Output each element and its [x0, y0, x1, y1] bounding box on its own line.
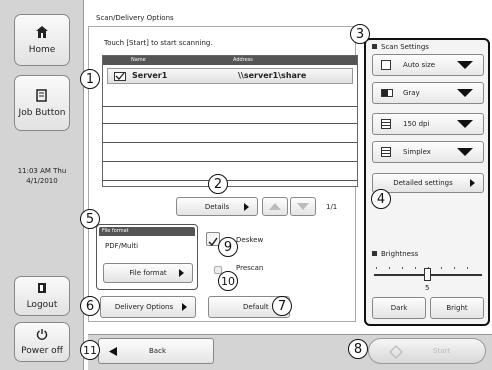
chevron-down-icon	[457, 120, 473, 128]
brightness-title-text: Brightness	[381, 250, 419, 258]
sides-dropdown[interactable]: Simplex	[372, 141, 484, 163]
destination-list: Name Address Server1 \\server1\share	[102, 55, 358, 187]
callout-7: 7	[272, 296, 292, 316]
back-button[interactable]: Back	[98, 338, 214, 364]
clock-date: 4/1/2010	[26, 177, 58, 185]
resolution-icon	[381, 119, 391, 129]
logout-icon	[38, 283, 46, 293]
square-bullet-icon	[372, 251, 377, 256]
list-row[interactable]	[103, 106, 357, 107]
home-label: Home	[28, 45, 56, 55]
power-off-button[interactable]: Power off	[14, 322, 70, 362]
color-mode-icon	[381, 89, 393, 97]
callout-8: 8	[348, 339, 368, 359]
callout-11: 11	[80, 340, 100, 360]
callout-6: 6	[80, 296, 100, 316]
job-label: Job Button	[18, 108, 66, 118]
list-row[interactable]	[103, 180, 357, 181]
start-button[interactable]: Start	[368, 338, 486, 364]
dark-label: Dark	[390, 304, 408, 312]
destination-address: \\server1\share	[238, 71, 307, 80]
brightness-slider[interactable]	[372, 262, 484, 282]
up-arrow-icon	[269, 203, 281, 210]
chevron-down-icon	[457, 89, 473, 97]
callout-5: 5	[80, 209, 100, 229]
destination-name: Server1	[132, 71, 168, 80]
details-label: Details	[204, 202, 230, 211]
chevron-right-icon	[244, 202, 249, 211]
color-value: Gray	[403, 89, 420, 97]
delivery-options-button[interactable]: Delivery Options	[100, 296, 196, 318]
details-button[interactable]: Details	[176, 197, 258, 216]
chevron-down-icon	[457, 61, 473, 69]
file-format-header: File format	[99, 227, 195, 236]
list-row[interactable]	[103, 142, 357, 143]
back-label: Back	[149, 347, 166, 355]
brightness-value: 5	[425, 284, 430, 292]
home-icon	[36, 26, 48, 38]
scan-settings-title-text: Scan Settings	[381, 43, 429, 51]
clock: 11:03 AM Thu 4/1/2010	[0, 166, 84, 186]
destination-row[interactable]: Server1 \\server1\share	[107, 68, 353, 84]
job-icon	[36, 89, 47, 102]
chevron-down-icon	[457, 148, 473, 156]
square-bullet-icon	[372, 44, 377, 49]
power-off-label: Power off	[21, 346, 63, 356]
callout-4: 4	[371, 189, 391, 209]
page-title: Scan/Delivery Options	[96, 14, 174, 22]
callout-1: 1	[80, 69, 100, 89]
logout-label: Logout	[26, 300, 58, 310]
logout-button[interactable]: Logout	[14, 276, 70, 316]
file-format-button[interactable]: File format	[103, 263, 193, 283]
col-name: Name	[131, 57, 146, 63]
bright-button[interactable]: Bright	[430, 297, 484, 319]
list-header: Name Address	[103, 56, 357, 65]
sides-value: Simplex	[403, 148, 431, 156]
checked-icon	[114, 72, 126, 81]
page-size-icon	[381, 60, 391, 70]
callout-10: 10	[218, 271, 238, 291]
col-address: Address	[233, 57, 253, 63]
home-button[interactable]: Home	[14, 14, 70, 66]
resolution-dropdown[interactable]: 150 dpi	[372, 113, 484, 135]
callout-9: 9	[218, 237, 238, 257]
start-icon	[389, 345, 403, 359]
page-indicator: 1/1	[326, 203, 338, 211]
file-format-panel: File format PDF/Multi File format	[96, 224, 198, 290]
page-down-button[interactable]	[290, 197, 316, 216]
deskew-label: Deskew	[236, 236, 264, 244]
size-dropdown[interactable]: Auto size	[372, 54, 484, 76]
job-button[interactable]: Job Button	[14, 75, 70, 131]
scan-settings-title: Scan Settings	[372, 43, 429, 51]
back-arrow-icon	[109, 346, 117, 356]
default-label: Default	[243, 303, 269, 311]
file-format-button-label: File format	[129, 269, 167, 277]
start-label: Start	[433, 347, 451, 355]
chevron-right-icon	[470, 179, 475, 187]
color-dropdown[interactable]: Gray	[372, 82, 484, 104]
clock-time: 11:03 AM Thu	[17, 167, 67, 175]
chevron-right-icon	[179, 269, 184, 277]
dark-button[interactable]: Dark	[372, 297, 426, 319]
bright-label: Bright	[446, 304, 468, 312]
page-up-button[interactable]	[262, 197, 288, 216]
prescan-label: Prescan	[236, 264, 264, 272]
file-format-value: PDF/Multi	[105, 242, 139, 250]
instruction-text: Touch [Start] to start scanning.	[104, 39, 213, 47]
simplex-icon	[381, 147, 391, 157]
callout-2: 2	[208, 174, 228, 194]
callout-3: 3	[350, 24, 370, 44]
resolution-value: 150 dpi	[403, 120, 430, 128]
list-row[interactable]	[103, 123, 357, 124]
detailed-settings-label: Detailed settings	[393, 179, 453, 187]
power-icon	[36, 329, 48, 340]
brightness-title: Brightness	[372, 250, 418, 258]
slider-thumb[interactable]	[424, 268, 431, 281]
list-row[interactable]	[103, 161, 357, 162]
delivery-options-label: Delivery Options	[114, 303, 174, 311]
down-arrow-icon	[297, 203, 309, 210]
size-value: Auto size	[403, 61, 436, 69]
chevron-right-icon	[182, 303, 187, 311]
detailed-settings-button[interactable]: Detailed settings	[372, 173, 484, 193]
